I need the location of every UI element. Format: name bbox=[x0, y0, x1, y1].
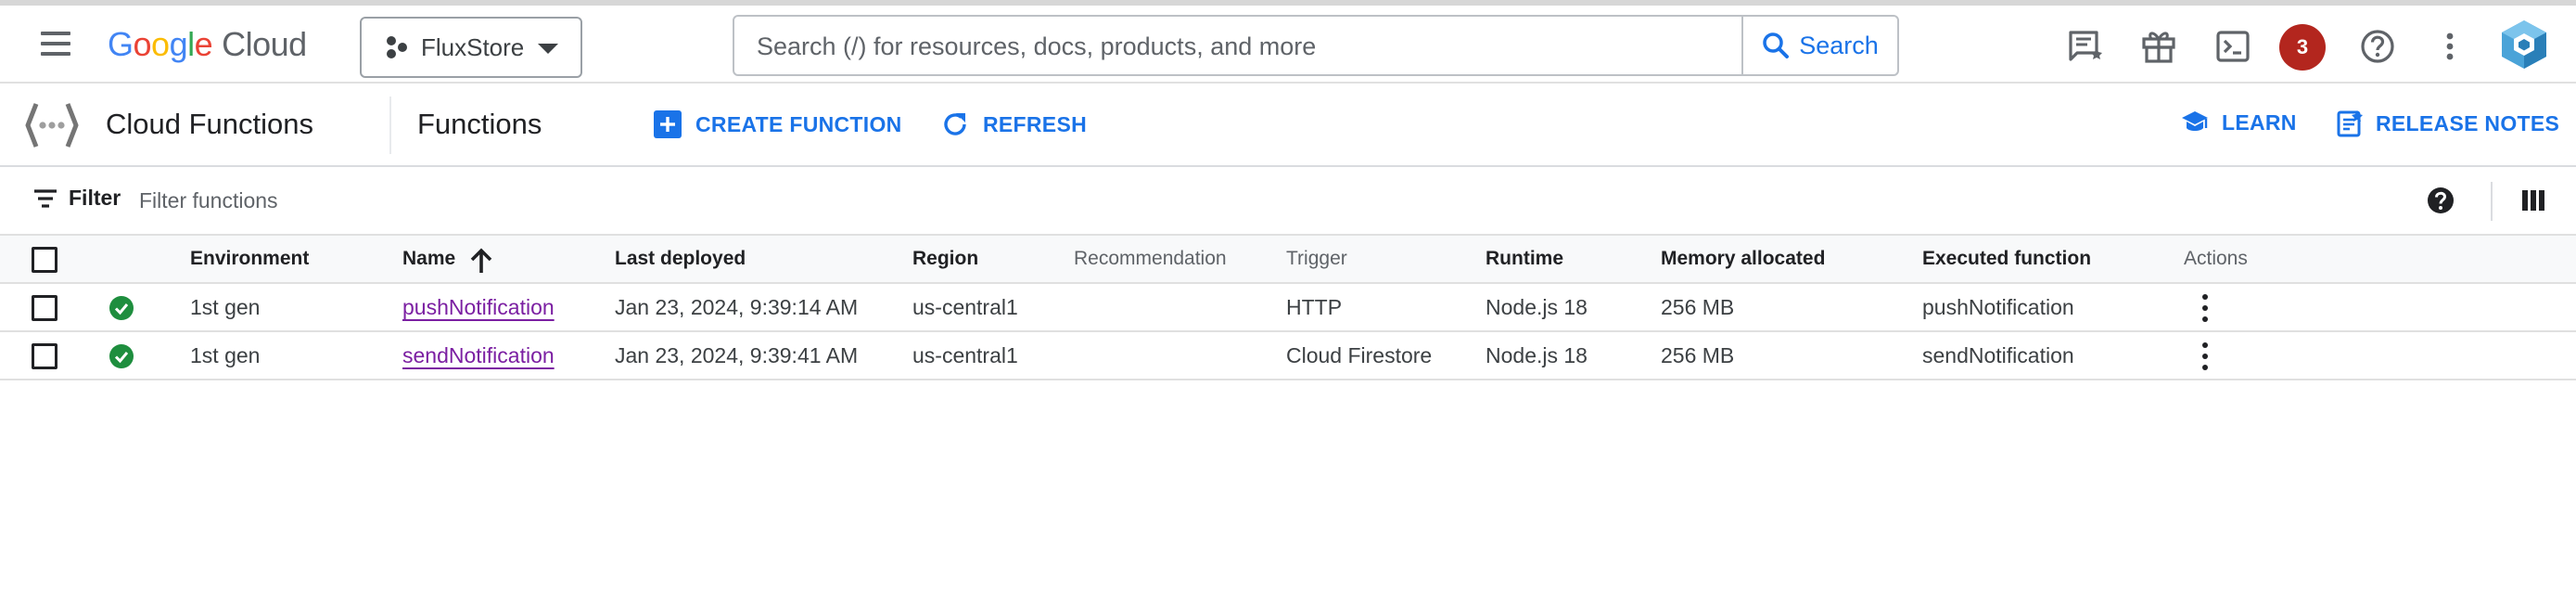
account-avatar-icon[interactable] bbox=[2498, 19, 2550, 71]
release-notes-button[interactable]: RELEASE NOTES bbox=[2337, 109, 2559, 137]
filter-input[interactable] bbox=[139, 182, 788, 219]
gift-icon[interactable] bbox=[2136, 24, 2181, 69]
select-all-checkbox[interactable] bbox=[32, 247, 57, 273]
refresh-icon bbox=[944, 113, 966, 135]
refresh-button[interactable]: REFRESH bbox=[940, 109, 1087, 139]
table-row: 1st gen pushNotification Jan 23, 2024, 9… bbox=[0, 284, 2576, 332]
notifications-badge[interactable]: 3 bbox=[2279, 24, 2326, 71]
search-button-label: Search bbox=[1799, 31, 1879, 59]
column-header-recommendation: Recommendation bbox=[1074, 248, 1227, 269]
column-header-executed-function[interactable]: Executed function bbox=[1922, 236, 2091, 282]
table-help-icon[interactable] bbox=[2418, 178, 2463, 223]
row-checkbox[interactable] bbox=[32, 343, 57, 369]
cell-executed-function: sendNotification bbox=[1922, 343, 2074, 367]
cell-environment: 1st gen bbox=[190, 343, 261, 367]
column-display-icon[interactable] bbox=[2511, 178, 2556, 223]
cell-memory: 256 MB bbox=[1661, 295, 1735, 319]
project-picker[interactable]: FluxStore bbox=[360, 17, 582, 78]
help-icon[interactable] bbox=[2355, 24, 2400, 69]
cell-name: sendNotification bbox=[402, 332, 555, 379]
search-icon bbox=[1763, 32, 1790, 58]
refresh-label: REFRESH bbox=[983, 111, 1088, 136]
cell-region: us-central1 bbox=[912, 343, 1018, 367]
release-notes-icon[interactable] bbox=[2062, 24, 2107, 69]
arrow-upward-icon[interactable] bbox=[469, 248, 493, 274]
google-cloud-logo[interactable]: Google Cloud bbox=[108, 24, 307, 65]
page-title: Functions bbox=[417, 108, 542, 140]
filter-label: Filter bbox=[69, 186, 121, 210]
cell-trigger: HTTP bbox=[1286, 295, 1343, 319]
create-function-button[interactable]: CREATE FUNCTION bbox=[653, 109, 902, 139]
search-button[interactable]: Search bbox=[1741, 17, 1897, 74]
cell-last-deployed: Jan 23, 2024, 9:39:41 AM bbox=[615, 343, 859, 367]
cloud-functions-logo-icon bbox=[25, 103, 79, 148]
cell-last-deployed: Jan 23, 2024, 9:39:14 AM bbox=[615, 295, 859, 319]
column-header-last-deployed[interactable]: Last deployed bbox=[615, 236, 746, 282]
search-input[interactable] bbox=[757, 26, 1721, 67]
filter-list-icon bbox=[34, 188, 57, 208]
cell-environment: 1st gen bbox=[190, 295, 261, 319]
function-name-link[interactable]: sendNotification bbox=[402, 343, 555, 367]
column-header-memory[interactable]: Memory allocated bbox=[1661, 236, 1825, 282]
page-header: Cloud Functions Functions CREATE FUNCTIO… bbox=[0, 84, 2576, 167]
learn-label: LEARN bbox=[2222, 109, 2297, 135]
column-header-actions: Actions bbox=[2184, 248, 2248, 269]
column-header-region[interactable]: Region bbox=[912, 236, 978, 282]
cloud-shell-icon[interactable] bbox=[2211, 24, 2255, 69]
cell-executed-function: pushNotification bbox=[1922, 295, 2074, 319]
column-header-environment[interactable]: Environment bbox=[190, 236, 309, 282]
row-checkbox[interactable] bbox=[32, 295, 57, 321]
project-name: FluxStore bbox=[421, 32, 525, 61]
column-header-trigger: Trigger bbox=[1286, 248, 1347, 269]
add-box-icon bbox=[654, 110, 682, 138]
search-bar: Search bbox=[733, 15, 1899, 76]
filter-bar: Filter bbox=[0, 167, 2576, 236]
notes-icon bbox=[2337, 110, 2363, 137]
cell-region: us-central1 bbox=[912, 295, 1018, 319]
cell-name: pushNotification bbox=[402, 284, 555, 330]
menu-icon[interactable] bbox=[37, 30, 74, 58]
functions-table: Environment Name Last deployed Region Re… bbox=[0, 236, 2576, 380]
column-header-name[interactable]: Name bbox=[402, 236, 455, 282]
function-name-link[interactable]: pushNotification bbox=[402, 295, 555, 319]
column-header-runtime[interactable]: Runtime bbox=[1486, 236, 1563, 282]
chevron-down-icon bbox=[538, 44, 558, 54]
top-app-bar: Google Cloud FluxStore Search (/) for re… bbox=[0, 6, 2576, 84]
cell-trigger: Cloud Firestore bbox=[1286, 343, 1433, 367]
learn-button[interactable]: LEARN bbox=[2181, 109, 2297, 135]
school-icon bbox=[2182, 111, 2208, 131]
status-ok-icon bbox=[109, 296, 134, 320]
product-title: Cloud Functions bbox=[106, 108, 314, 140]
header-divider bbox=[389, 97, 391, 154]
table-row: 1st gen sendNotification Jan 23, 2024, 9… bbox=[0, 332, 2576, 380]
cell-runtime: Node.js 18 bbox=[1486, 343, 1588, 367]
row-actions-icon[interactable] bbox=[2191, 293, 2219, 323]
create-function-label: CREATE FUNCTION bbox=[695, 111, 902, 136]
table-header-row: Environment Name Last deployed Region Re… bbox=[0, 236, 2576, 284]
row-actions-icon[interactable] bbox=[2191, 341, 2219, 371]
filter-bar-divider bbox=[2491, 182, 2493, 221]
cell-runtime: Node.js 18 bbox=[1486, 295, 1588, 319]
project-hub-icon bbox=[387, 36, 407, 58]
more-vert-icon[interactable] bbox=[2428, 24, 2472, 69]
release-notes-label: RELEASE NOTES bbox=[2376, 110, 2560, 135]
cell-memory: 256 MB bbox=[1661, 343, 1735, 367]
status-ok-icon bbox=[109, 344, 134, 368]
filter-button[interactable]: Filter bbox=[33, 186, 121, 211]
